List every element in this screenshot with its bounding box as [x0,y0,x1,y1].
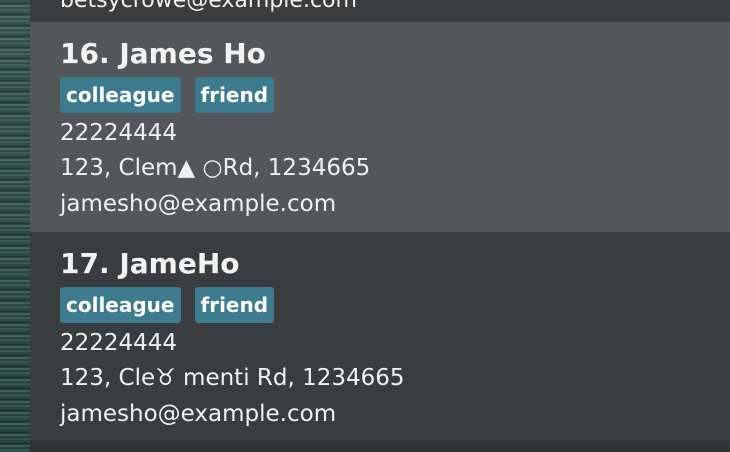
person-address: 123, Clem▲ ○Rd, 1234665 [60,155,371,181]
person-address: 123, Cle♉ menti Rd, 1234665 [60,365,405,391]
tag-friend: friend [194,77,275,113]
person-phone: 22224444 [60,330,178,356]
person-list-viewport: betsycrowe@example.com 16. James Ho coll… [0,0,730,452]
background-image-strip [0,0,30,452]
person-name: 16. James Ho [60,37,266,70]
tag-colleague: colleague [60,77,181,113]
person-phone: 22224444 [60,120,178,146]
person-name: 17. JameHo [60,247,240,280]
tag-friend: friend [194,287,275,323]
previous-person-email: betsycrowe@example.com [60,0,357,13]
previous-person-card-fragment[interactable]: betsycrowe@example.com [30,0,730,22]
tag-colleague: colleague [60,287,181,323]
person-card-16[interactable]: 16. James Ho colleague friend 22224444 12… [30,22,730,232]
person-list-panel[interactable]: betsycrowe@example.com 16. James Ho coll… [30,0,730,452]
person-email: jamesho@example.com [60,401,337,427]
tag-list: colleague friend [60,77,288,113]
person-email: jamesho@example.com [60,191,337,217]
person-card-17[interactable]: 17. JameHo colleague friend 22224444 123,… [30,232,730,441]
tag-list: colleague friend [60,287,288,323]
